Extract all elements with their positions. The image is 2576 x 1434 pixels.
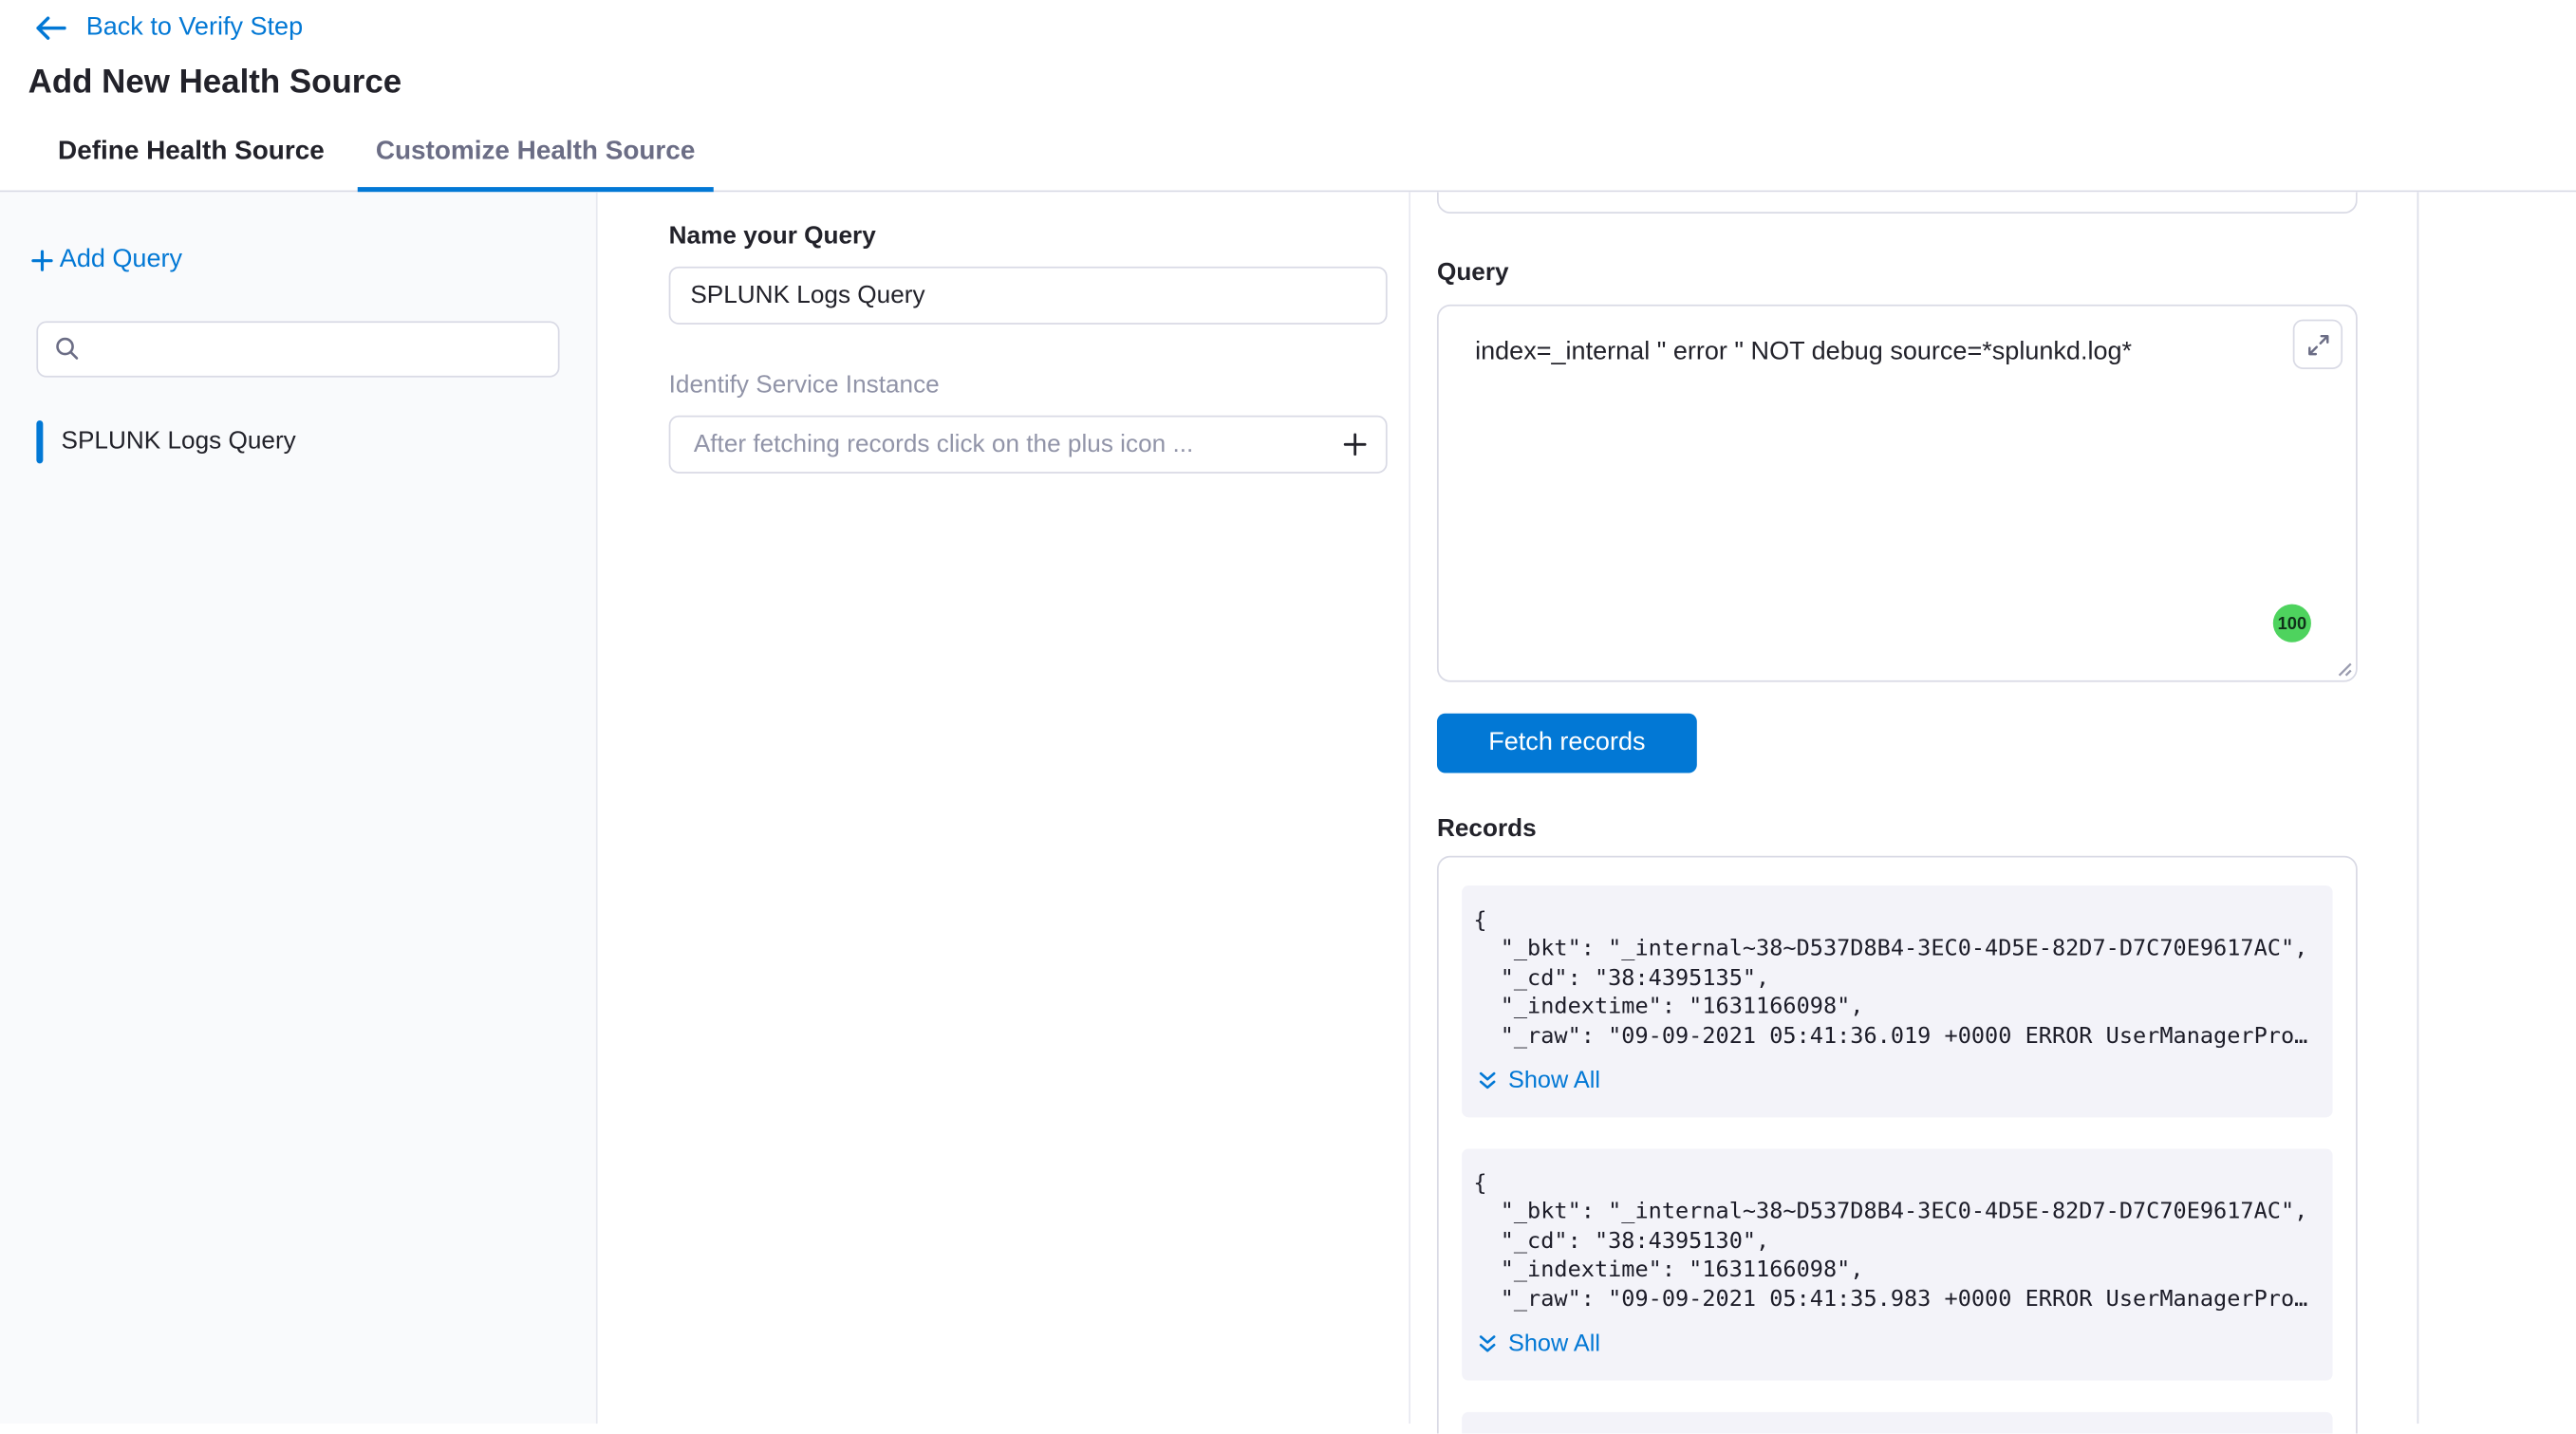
query-search[interactable] [36, 321, 559, 377]
add-query-label: Add Query [60, 245, 182, 274]
expand-icon [2305, 332, 2330, 357]
show-all-link[interactable]: Show All [1479, 1068, 1600, 1094]
add-service-instance-button[interactable] [1341, 430, 1370, 458]
json-line: "_raw": "09-09-2021 05:41:35.983 +0000 E… [1473, 1286, 2316, 1314]
tab-customize-health-source[interactable]: Customize Health Source [358, 116, 714, 192]
double-chevron-down-icon [1479, 1071, 1497, 1091]
service-instance-label: Identify Service Instance [669, 371, 1409, 400]
expand-query-button[interactable] [2293, 320, 2343, 369]
query-textarea[interactable]: index=_internal " error " NOT debug sour… [1439, 307, 2356, 680]
double-chevron-down-icon [1479, 1334, 1497, 1354]
tab-define-health-source[interactable]: Define Health Source [55, 116, 328, 192]
json-line: "_raw": "09-09-2021 05:41:36.019 +0000 E… [1473, 1022, 2316, 1051]
page-header: Back to Verify Step Add New Health Sourc… [0, 0, 2576, 116]
selected-indicator [36, 419, 43, 462]
record-card: { "_bkt": "_internal~38~D537D8B4-3EC0-4D… [1462, 1149, 2332, 1381]
add-health-source-page: Back to Verify Step Add New Health Sourc… [0, 0, 2576, 1433]
query-form-panel: Name your Query Identify Service Instanc… [598, 192, 1410, 1424]
service-instance-field[interactable] [669, 416, 1388, 474]
search-icon [55, 336, 80, 361]
show-all-label: Show All [1508, 1331, 1600, 1357]
service-instance-input[interactable] [690, 429, 1340, 460]
arrow-left-icon [35, 15, 66, 42]
search-input[interactable] [93, 333, 542, 363]
json-line: "_cd": "38:4395130", [1473, 1228, 2316, 1257]
records-label: Records [1437, 814, 2417, 843]
json-line: "_bkt": "_internal~38~D537D8B4-3EC0-4D5E… [1473, 936, 2316, 964]
back-link-label: Back to Verify Step [86, 13, 303, 43]
query-panel: Query index=_internal " error " NOT debu… [1410, 192, 2418, 1424]
back-link[interactable]: Back to Verify Step [28, 9, 309, 46]
json-line: { [1473, 1170, 2316, 1199]
records-container: { "_bkt": "_internal~38~D537D8B4-3EC0-4D… [1437, 856, 2358, 1434]
plus-icon [29, 248, 54, 272]
show-all-label: Show All [1508, 1068, 1600, 1094]
json-line: "_cd": "38:4395135", [1473, 965, 2316, 994]
cutoff-input[interactable] [1437, 192, 2358, 214]
record-card: { "_bkt": "_internal~38~D537D8B4-3EC0-4D… [1462, 885, 2332, 1117]
json-line: "_bkt": "_internal~38~D537D8B4-3EC0-4D5E… [1473, 1200, 2316, 1228]
char-count-badge: 100 [2273, 605, 2311, 643]
plus-icon [1341, 430, 1370, 458]
record-card-partial [1462, 1412, 2332, 1434]
sidebar-item-splunk-logs-query[interactable]: SPLUNK Logs Query [0, 419, 596, 462]
json-line: { [1473, 907, 2316, 936]
add-query-button[interactable]: Add Query [29, 245, 182, 274]
query-sidebar: Add Query SPLUNK Logs Query [0, 192, 598, 1424]
show-all-link[interactable]: Show All [1479, 1331, 1600, 1357]
resize-handle[interactable] [2333, 657, 2353, 677]
right-gutter [2418, 192, 2576, 1424]
json-line: "_indextime": "1631166098", [1473, 1257, 2316, 1285]
content-area: Add Query SPLUNK Logs Query Name your Qu… [0, 192, 2576, 1424]
name-query-label: Name your Query [669, 222, 1409, 251]
page-title: Add New Health Source [28, 65, 2576, 102]
fetch-records-button[interactable]: Fetch records [1437, 714, 1697, 773]
query-name-input[interactable] [669, 267, 1388, 325]
query-label: Query [1437, 258, 2417, 287]
query-item-label: SPLUNK Logs Query [62, 427, 296, 456]
query-editor: index=_internal " error " NOT debug sour… [1437, 305, 2358, 682]
json-line: "_indextime": "1631166098", [1473, 994, 2316, 1022]
tab-bar: Define Health Source Customize Health So… [0, 116, 2576, 192]
